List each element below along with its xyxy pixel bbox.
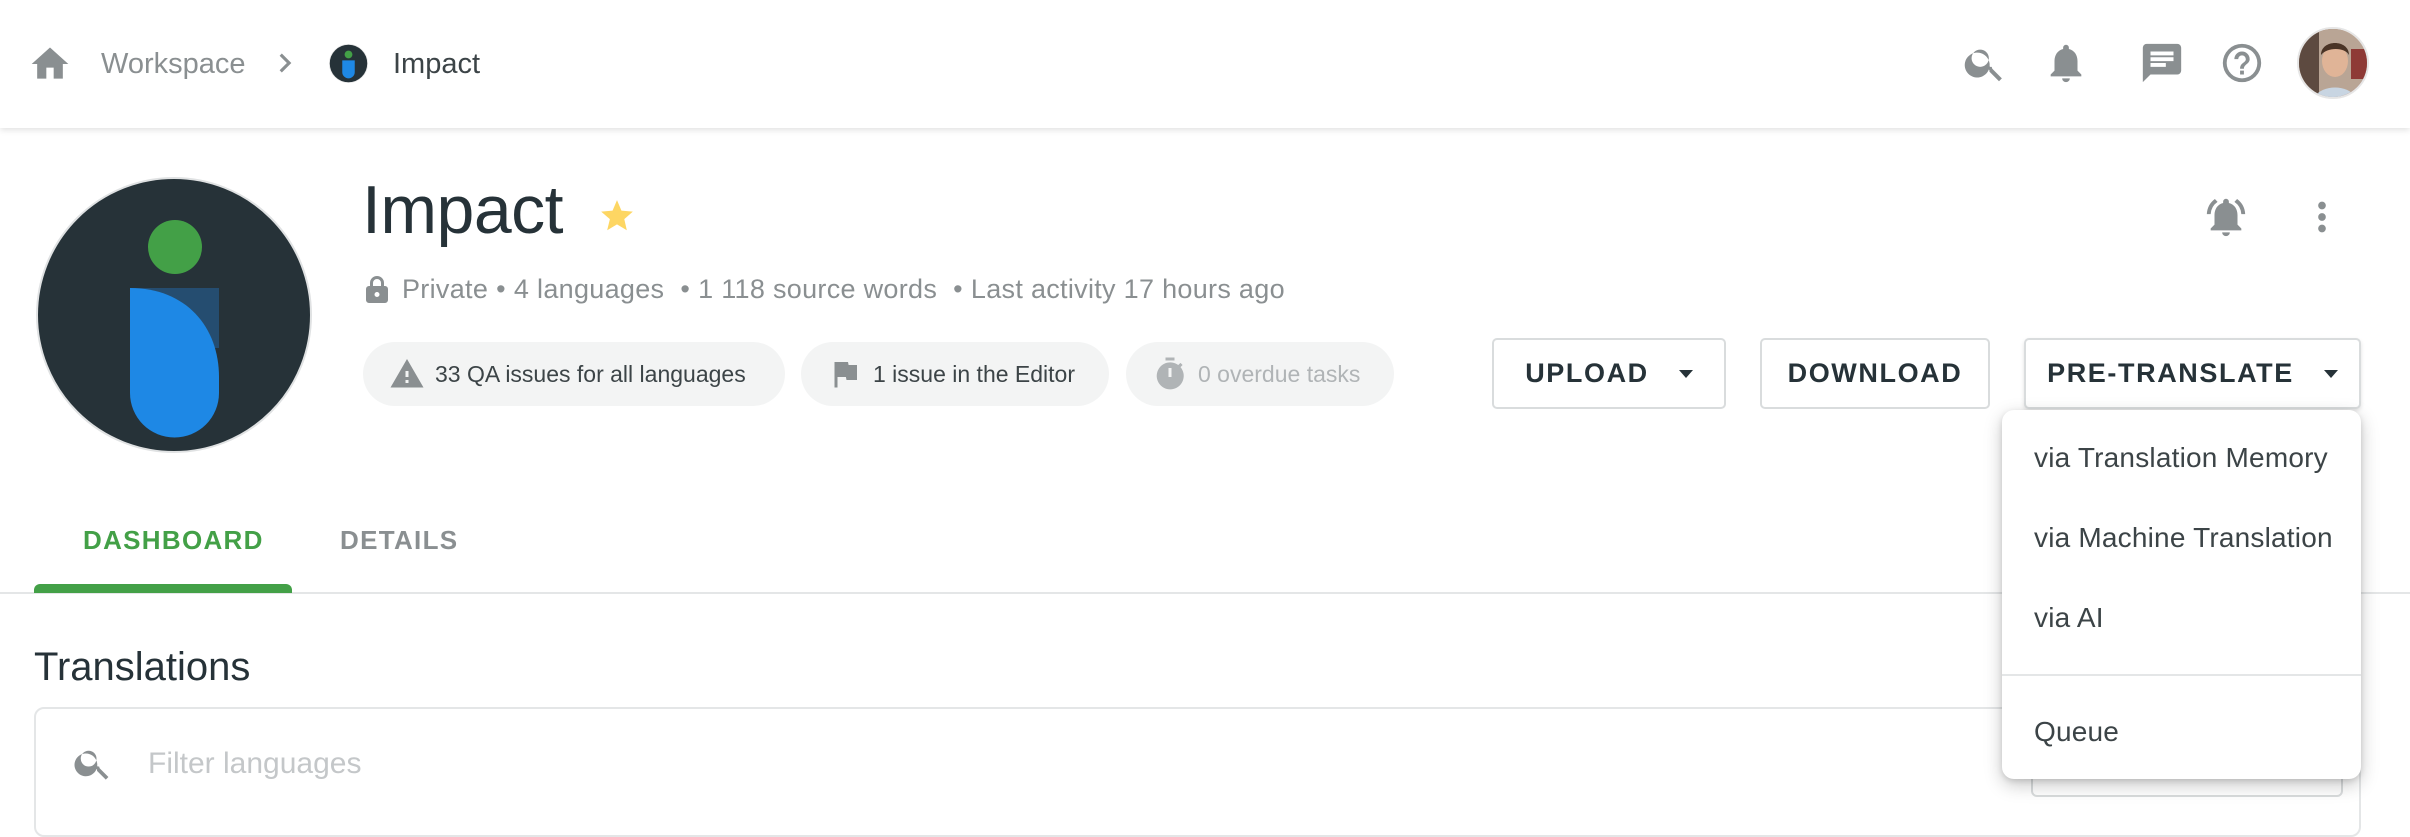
breadcrumb-workspace-link[interactable]: Workspace — [101, 50, 246, 79]
caret-down-icon — [1678, 369, 1693, 378]
meta-separator: • — [953, 273, 963, 304]
home-icon[interactable] — [28, 42, 72, 86]
languages-count: 4 languages — [513, 273, 665, 304]
tab-dashboard[interactable]: DASHBOARD — [83, 525, 264, 555]
qa-issues-chip[interactable]: 33 QA issues for all languages — [363, 342, 785, 406]
menu-item-translation-memory[interactable]: via Translation Memory — [2002, 418, 2361, 498]
visibility-label: Private — [402, 273, 489, 304]
pretranslate-menu: via Translation Memory via Machine Trans… — [2002, 410, 2361, 779]
flag-icon — [827, 356, 863, 392]
menu-item-ai[interactable]: via AI — [2002, 578, 2361, 658]
project-title: Impact — [362, 172, 564, 248]
project-mini-logo — [329, 44, 368, 83]
upload-button-label: UPLOAD — [1525, 358, 1649, 388]
warning-icon — [389, 356, 425, 392]
bell-ring-icon[interactable] — [2203, 194, 2249, 240]
overdue-tasks-chip[interactable]: 0 overdue tasks — [1126, 342, 1394, 406]
overdue-tasks-label: 0 overdue tasks — [1198, 360, 1361, 387]
project-meta: Private • 4 languages • 1 118 source wor… — [366, 272, 1285, 306]
upload-button[interactable]: UPLOAD — [1492, 338, 1726, 409]
menu-item-machine-translation[interactable]: via Machine Translation — [2002, 498, 2361, 578]
source-words-count: 1 118 source words — [698, 273, 938, 304]
pretranslate-button[interactable]: PRE-TRANSLATE — [2024, 338, 2361, 409]
bell-icon[interactable] — [2043, 40, 2089, 86]
editor-issues-chip[interactable]: 1 issue in the Editor — [801, 342, 1109, 406]
download-button[interactable]: DOWNLOAD — [1760, 338, 1990, 409]
meta-separator: • — [680, 273, 691, 304]
stopwatch-icon — [1152, 356, 1188, 392]
top-bar: Workspace Impact — [0, 0, 2410, 128]
filter-languages-input[interactable] — [148, 744, 1848, 784]
chat-icon[interactable] — [2139, 40, 2185, 86]
download-button-label: DOWNLOAD — [1787, 358, 1963, 388]
meta-separator: • — [496, 273, 506, 304]
more-vertical-icon[interactable] — [2299, 194, 2345, 240]
search-icon — [72, 742, 114, 784]
project-logo — [36, 177, 312, 453]
menu-divider — [2002, 674, 2361, 676]
editor-issues-label: 1 issue in the Editor — [873, 360, 1076, 387]
lock-icon — [366, 275, 388, 303]
menu-item-queue[interactable]: Queue — [2002, 692, 2361, 772]
active-tab-indicator — [34, 584, 292, 593]
last-activity: Last activity 17 hours ago — [970, 273, 1285, 304]
help-icon[interactable] — [2219, 40, 2265, 86]
qa-issues-label: 33 QA issues for all languages — [435, 360, 746, 387]
star-icon[interactable] — [598, 197, 636, 235]
caret-down-icon — [2323, 369, 2338, 378]
chevron-right-icon — [266, 44, 304, 82]
translations-heading: Translations — [34, 645, 251, 689]
breadcrumb-current: Impact — [393, 48, 481, 80]
user-avatar[interactable] — [2297, 27, 2369, 99]
search-icon[interactable] — [1962, 40, 2008, 86]
pretranslate-button-label: PRE-TRANSLATE — [2047, 358, 2294, 388]
tab-details[interactable]: DETAILS — [340, 525, 458, 555]
